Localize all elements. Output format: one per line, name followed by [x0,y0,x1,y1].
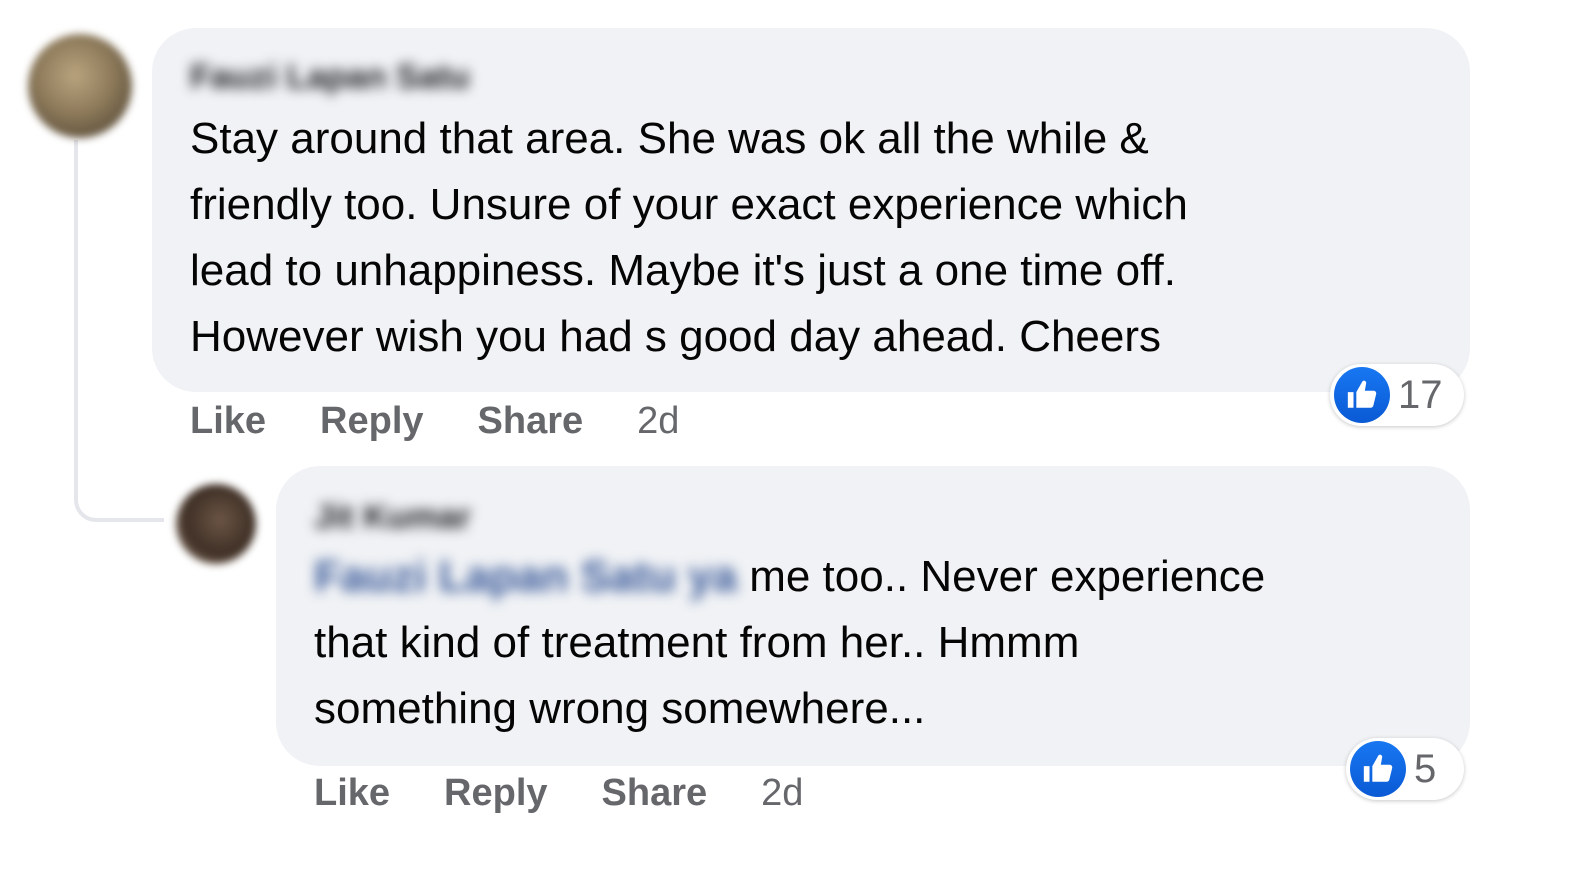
reaction-summary[interactable]: 5 [1346,738,1464,800]
share-button[interactable]: Share [478,400,584,443]
comment-text: Fauzi Lapan Satu ya me too.. Never exper… [314,544,1454,742]
avatar[interactable] [176,484,256,564]
reaction-count: 17 [1398,372,1443,417]
reply-bubble: Jit Kumar Fauzi Lapan Satu ya me too.. N… [276,466,1470,766]
comment-timestamp[interactable]: 2d [637,400,679,443]
like-button[interactable]: Like [314,772,390,815]
comment-bubble: Fauzi Lapan Satu Stay around that area. … [152,28,1470,392]
reaction-count: 5 [1414,746,1437,791]
thumbs-up-icon [1350,741,1406,797]
share-button[interactable]: Share [602,772,708,815]
comment-text: Stay around that area. She was ok all th… [190,114,1188,361]
comment-actions: Like Reply Share 2d [190,400,679,443]
comment-thread: Fauzi Lapan Satu Stay around that area. … [0,0,1578,872]
comment-author-name[interactable]: Fauzi Lapan Satu [190,58,470,97]
comment-timestamp[interactable]: 2d [761,772,803,815]
comment-author-name[interactable]: Jit Kumar [314,498,471,537]
avatar[interactable] [28,34,132,138]
mention-link[interactable]: Fauzi Lapan Satu ya [314,552,737,601]
reply-button[interactable]: Reply [444,772,547,815]
thread-connector-line [74,140,164,522]
reaction-summary[interactable]: 17 [1330,364,1464,426]
like-button[interactable]: Like [190,400,266,443]
reply-button[interactable]: Reply [320,400,423,443]
comment-actions: Like Reply Share 2d [314,772,803,815]
thumbs-up-icon [1334,367,1390,423]
